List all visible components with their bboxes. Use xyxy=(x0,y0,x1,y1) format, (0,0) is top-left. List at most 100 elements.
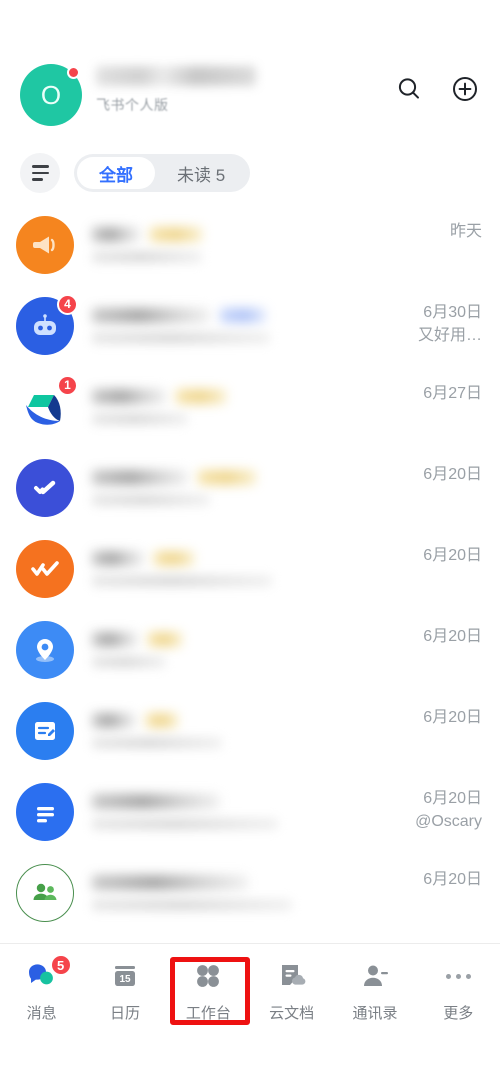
chat-title-redacted xyxy=(92,307,210,323)
chat-avatar[interactable] xyxy=(16,620,74,679)
chat-title-redacted xyxy=(92,874,248,890)
chat-avatar[interactable]: 1 xyxy=(16,374,78,436)
chat-title-line xyxy=(92,631,423,647)
chat-link-redacted xyxy=(220,307,266,323)
chat-meta: 6月20日 xyxy=(423,528,482,567)
tab-workspace[interactable]: 工作台 xyxy=(167,958,250,1023)
search-icon[interactable] xyxy=(394,74,424,104)
chat-list-item[interactable]: 6月20日 xyxy=(0,852,500,933)
chat-timestamp: 昨天 xyxy=(449,223,482,240)
chat-meta: 昨天 xyxy=(450,204,482,243)
chat-title-redacted xyxy=(92,469,188,485)
tab-all[interactable]: 全部 xyxy=(77,157,155,189)
tab-label: 日历 xyxy=(109,1005,140,1022)
chat-list-item[interactable]: 4 6月30日又好用… xyxy=(0,285,500,366)
chat-tag-redacted xyxy=(154,550,194,566)
tab-messages[interactable]: 5 消息 xyxy=(0,954,83,1023)
header: O 飞书个人版 xyxy=(0,62,500,142)
chat-timestamp: 6月20日 xyxy=(423,790,482,807)
chat-snippet-redacted xyxy=(92,574,272,587)
chat-meta: 6月30日又好用… xyxy=(418,285,482,347)
chat-title-line xyxy=(92,550,423,566)
filter-bar: 全部 未读 5 xyxy=(0,148,500,198)
chat-meta: 6月20日 xyxy=(423,447,482,486)
chat-preview xyxy=(74,469,423,506)
chat-list-item[interactable]: 6月20日 xyxy=(0,609,500,690)
app-screen: O 飞书个人版 全部 未读 5 昨天 4 6月30日 又好用… 1 6月27日 … xyxy=(0,0,500,1083)
chat-timestamp: 6月20日 xyxy=(423,628,482,645)
chat-timestamp: 6月20日 xyxy=(423,871,482,888)
chat-title-redacted xyxy=(92,712,136,728)
chat-list-item[interactable]: 1 6月27日 xyxy=(0,366,500,447)
avatar[interactable]: O xyxy=(20,64,82,126)
group-people-icon xyxy=(16,863,74,922)
bottom-tab-bar: 5 消息 15 日历 工作台 云文档 通讯录 更多 xyxy=(0,943,500,1083)
chat-mention-label: 又好用… xyxy=(417,327,482,344)
chat-avatar[interactable] xyxy=(16,458,74,517)
chat-title-line xyxy=(92,469,423,485)
chat-preview xyxy=(74,793,415,830)
identity-block: 飞书个人版 xyxy=(82,62,394,115)
chat-snippet-redacted xyxy=(92,898,292,911)
chat-avatar[interactable] xyxy=(16,863,74,922)
tab-label: 云文档 xyxy=(269,1005,315,1022)
chat-list-item[interactable]: 昨天 xyxy=(0,204,500,285)
chat-title-redacted xyxy=(92,388,166,404)
chat-list-item[interactable]: 6月20日 @Oscary xyxy=(0,771,500,852)
chat-timestamp: 6月20日 xyxy=(423,547,482,564)
location-pin-icon xyxy=(16,620,74,679)
chat-preview xyxy=(74,226,450,263)
chat-title-line xyxy=(92,874,423,890)
account-type-label: 飞书个人版 xyxy=(96,97,169,113)
chat-snippet-line xyxy=(92,736,423,749)
tab-contacts[interactable]: 通讯录 xyxy=(333,958,416,1023)
chat-title-redacted xyxy=(92,226,140,242)
tab-more[interactable]: 更多 xyxy=(417,958,500,1023)
tab-label: 工作台 xyxy=(185,1005,231,1022)
chat-timestamp: 6月27日 xyxy=(423,385,482,402)
cloud-doc-icon xyxy=(281,965,306,985)
chat-meta: 6月20日 @Oscary xyxy=(415,771,482,833)
chat-list[interactable]: 昨天 4 6月30日又好用… 1 6月27日 6月20日 6月20日 6月20日 6… xyxy=(0,204,500,936)
chat-avatar[interactable]: 4 xyxy=(16,293,78,355)
chat-snippet-redacted xyxy=(92,331,270,344)
chat-avatar[interactable] xyxy=(16,215,74,274)
chat-list-item[interactable]: 6月20日 xyxy=(0,690,500,771)
chat-unread-badge: 1 xyxy=(57,374,78,396)
chat-snippet-line xyxy=(92,412,423,425)
calendar-icon: 15 xyxy=(114,966,135,986)
filter-lines-icon[interactable] xyxy=(20,153,60,193)
tab-label: 更多 xyxy=(443,1005,474,1022)
chat-avatar[interactable] xyxy=(16,701,74,760)
chat-list-item[interactable]: 6月20日 xyxy=(0,447,500,528)
approval-form-icon xyxy=(16,701,74,760)
chat-snippet-line xyxy=(92,493,423,506)
chat-avatar[interactable] xyxy=(16,782,74,841)
double-check-icon xyxy=(16,539,74,598)
chat-timestamp: 6月20日 xyxy=(423,709,482,726)
chat-avatar[interactable] xyxy=(16,539,74,598)
chat-snippet-line xyxy=(92,250,450,263)
chat-meta: 6月27日 xyxy=(423,366,482,405)
chat-tag-redacted xyxy=(146,712,178,728)
tab-unread-badge: 5 xyxy=(49,954,72,976)
tab-unread[interactable]: 未读 5 xyxy=(155,157,247,189)
user-display-name-redacted xyxy=(96,66,256,86)
apps-grid-icon xyxy=(197,965,220,987)
chat-snippet-redacted xyxy=(92,817,278,830)
plus-circle-icon[interactable] xyxy=(450,74,480,104)
chat-snippet-line xyxy=(92,817,415,830)
doc-lines-icon xyxy=(16,782,74,841)
tab-cloud-docs[interactable]: 云文档 xyxy=(250,958,333,1023)
tab-label: 消息 xyxy=(26,1005,57,1022)
chat-timestamp: 6月30日 xyxy=(423,304,482,321)
chat-title-line xyxy=(92,226,450,242)
tab-calendar[interactable]: 15 日历 xyxy=(83,958,166,1023)
chat-preview xyxy=(74,388,423,425)
chat-tag-redacted xyxy=(198,469,256,485)
chat-timestamp: 6月20日 xyxy=(423,466,482,483)
svg-text:15: 15 xyxy=(119,974,131,985)
chat-mention-label: @Oscary xyxy=(415,813,482,830)
chat-snippet-line xyxy=(92,574,423,587)
chat-list-item[interactable]: 6月20日 xyxy=(0,528,500,609)
